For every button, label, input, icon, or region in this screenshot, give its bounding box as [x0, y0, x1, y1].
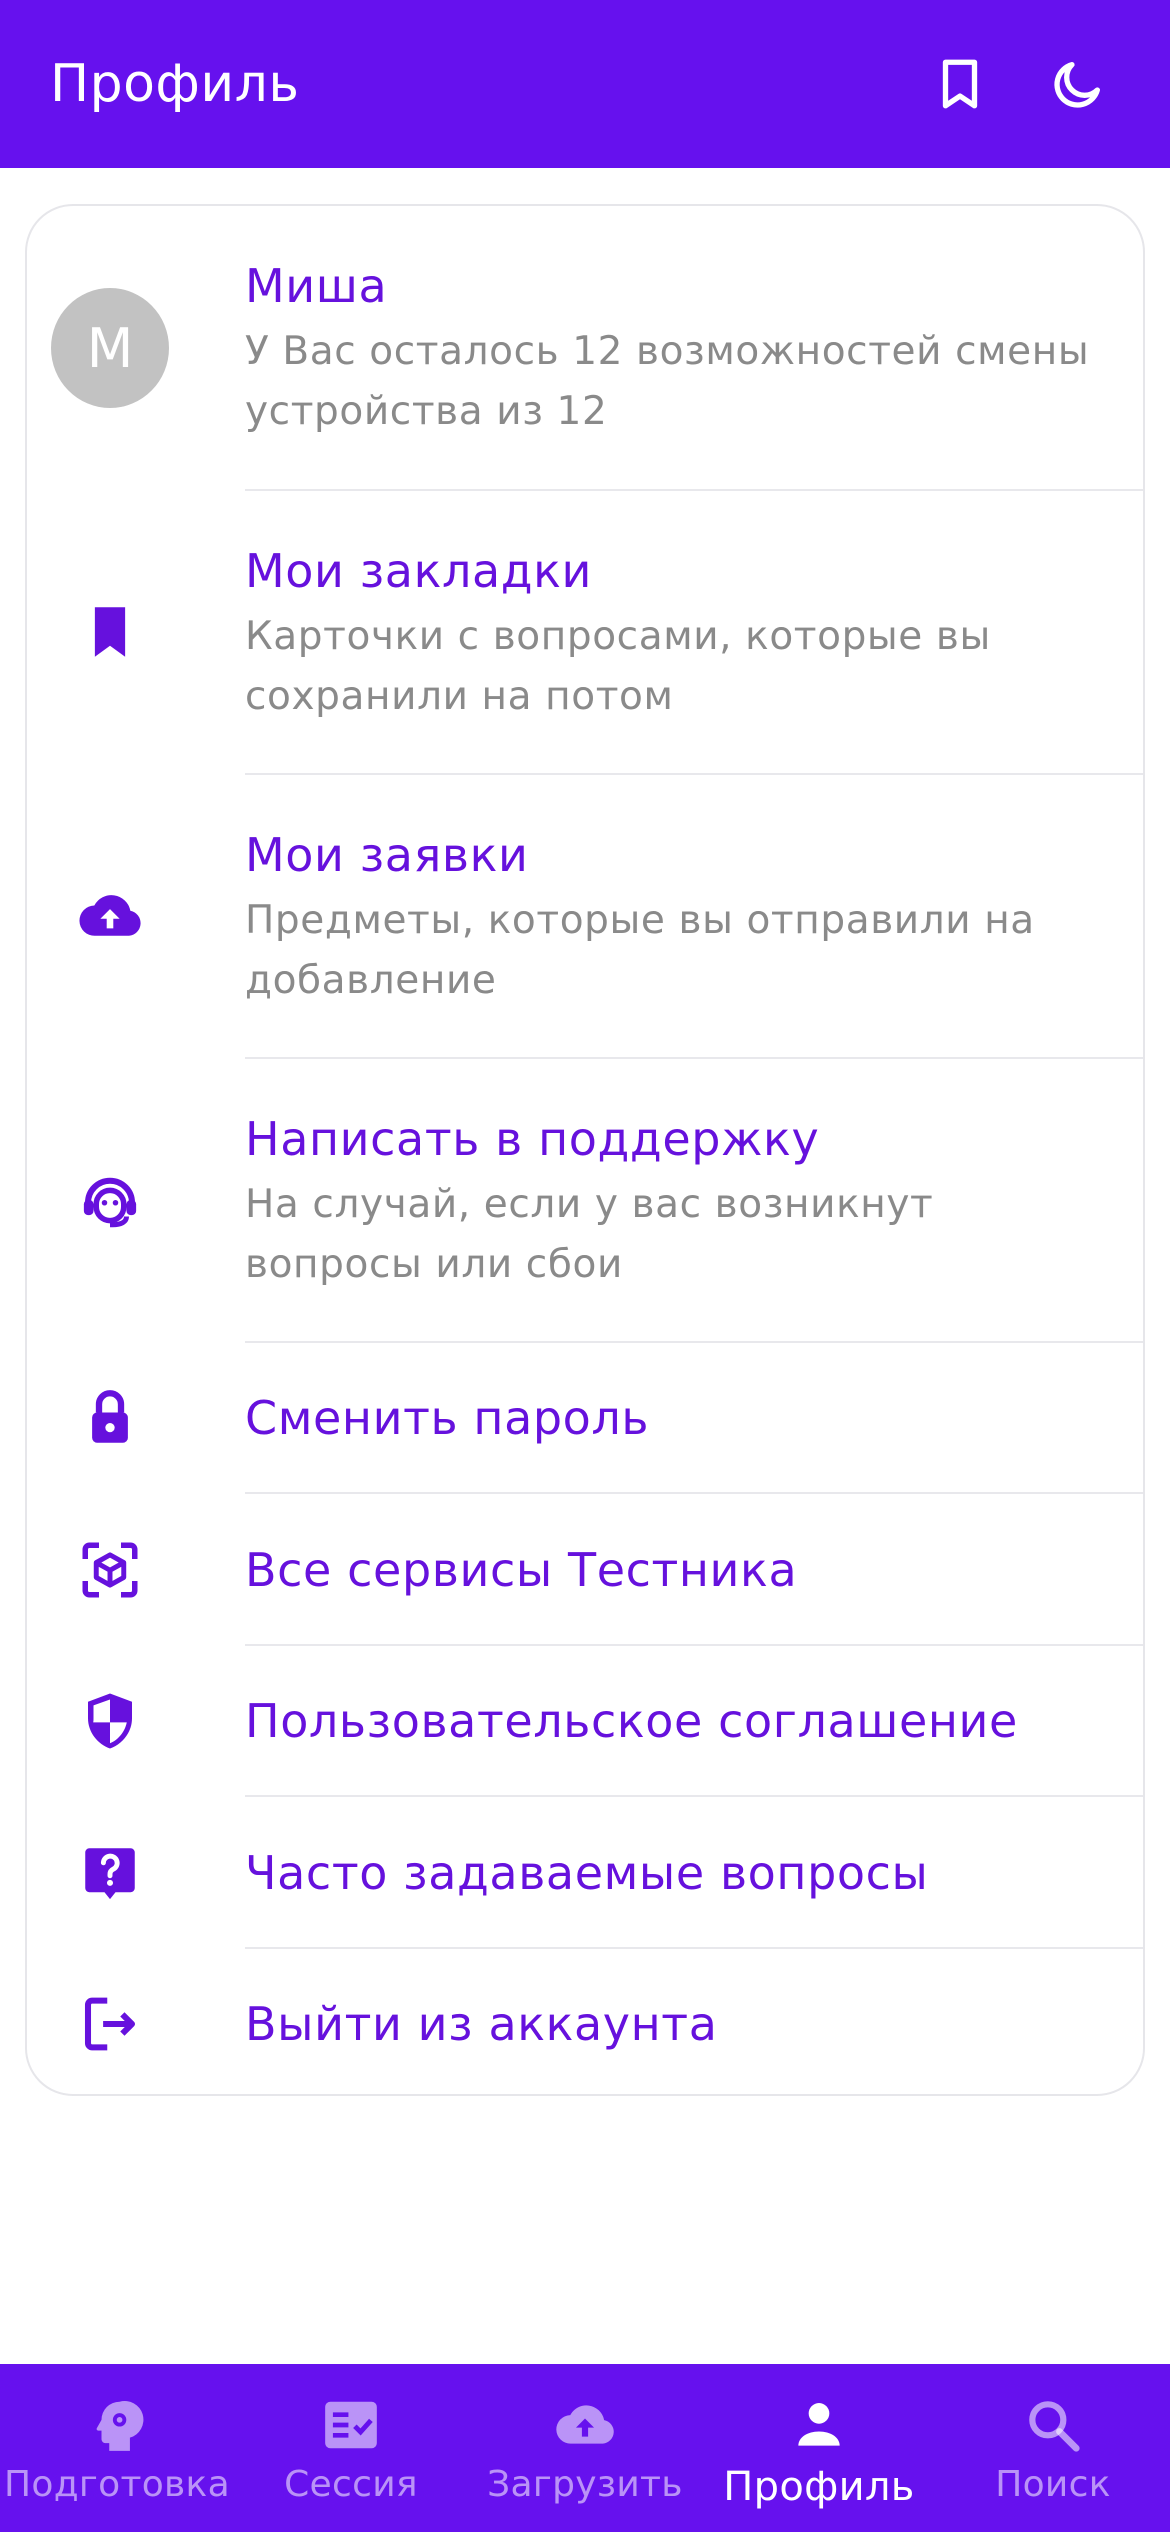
menu-item-requests[interactable]: Мои заявки Предметы, которые вы отправил… — [27, 775, 1143, 1059]
bookmark-icon — [942, 59, 978, 109]
profile-menu-card: M Миша У Вас осталось 12 возможностей см… — [25, 204, 1145, 2096]
user-name: Миша — [245, 259, 388, 313]
lock-icon — [92, 1390, 128, 1443]
cloud-upload-icon — [556, 2405, 614, 2444]
menu-item-title: Часто задаваемые вопросы — [245, 1846, 929, 1900]
top-app-bar: Профиль — [0, 0, 1170, 168]
app-root: Профиль M Миша У Вас осталось 12 возможн… — [0, 0, 1170, 2532]
fact-check-icon — [325, 2401, 377, 2449]
menu-item-logout[interactable]: Выйти из аккаунта — [27, 1949, 1143, 2094]
dark-mode-button[interactable] — [1046, 52, 1110, 116]
menu-item-all-services[interactable]: Все сервисы Тестника — [27, 1494, 1143, 1646]
menu-item-faq[interactable]: Часто задаваемые вопросы — [27, 1797, 1143, 1949]
avatar-wrap: M — [51, 288, 169, 408]
menu-item-title: Все сервисы Тестника — [245, 1543, 798, 1597]
menu-item-subtitle: На случай, если у вас возникнут вопросы … — [245, 1182, 934, 1287]
logout-icon — [84, 1997, 136, 2051]
profile-row[interactable]: M Миша У Вас осталось 12 возможностей см… — [27, 206, 1143, 491]
bottom-navigation: Подготовка Сессия Загрузить Профиль Поис… — [0, 2364, 1170, 2532]
psychology-icon — [96, 2401, 144, 2451]
device-changes-info: У Вас осталось 12 возможностей смены уст… — [245, 329, 1090, 434]
nav-item-preparation[interactable]: Подготовка — [0, 2364, 234, 2532]
question-icon — [85, 1848, 135, 1900]
search-icon — [1029, 2401, 1080, 2452]
page-title: Профиль — [50, 54, 300, 114]
menu-item-change-password[interactable]: Сменить пароль — [27, 1343, 1143, 1494]
nav-label: Профиль — [723, 2464, 915, 2510]
person-icon — [798, 2403, 840, 2446]
menu-item-subtitle: Карточки с вопросами, которые вы сохрани… — [245, 614, 991, 719]
menu-item-subtitle: Предметы, которые вы отправили на добавл… — [245, 898, 1035, 1003]
nav-label: Сессия — [284, 2464, 418, 2505]
menu-item-user-agreement[interactable]: Пользовательское соглашение — [27, 1646, 1143, 1797]
bookmarks-button[interactable] — [928, 52, 992, 116]
nav-item-upload[interactable]: Загрузить — [468, 2364, 702, 2532]
bookmark-icon — [94, 607, 126, 657]
menu-item-title: Написать в поддержку — [245, 1112, 820, 1166]
menu-item-title: Мои закладки — [245, 544, 593, 598]
moon-icon — [1054, 62, 1100, 108]
view-in-ar-icon — [82, 1542, 138, 1598]
menu-item-title: Пользовательское соглашение — [245, 1694, 1018, 1748]
menu-item-title: Сменить пароль — [245, 1391, 650, 1445]
menu-item-title: Выйти из аккаунта — [245, 1997, 718, 2051]
nav-item-search[interactable]: Поиск — [936, 2364, 1170, 2532]
nav-item-profile[interactable]: Профиль — [702, 2364, 936, 2532]
menu-item-support[interactable]: Написать в поддержку На случай, если у в… — [27, 1059, 1143, 1343]
menu-item-bookmarks[interactable]: Мои закладки Карточки с вопросами, котор… — [27, 491, 1143, 775]
avatar: M — [51, 288, 169, 408]
shield-icon — [88, 1693, 132, 1749]
menu-item-title: Мои заявки — [245, 828, 529, 882]
cloud-upload-icon — [79, 895, 141, 936]
nav-item-session[interactable]: Сессия — [234, 2364, 468, 2532]
support-agent-icon — [83, 1177, 137, 1228]
nav-label: Загрузить — [487, 2464, 683, 2505]
nav-label: Подготовка — [4, 2464, 230, 2505]
nav-label: Поиск — [995, 2464, 1111, 2505]
